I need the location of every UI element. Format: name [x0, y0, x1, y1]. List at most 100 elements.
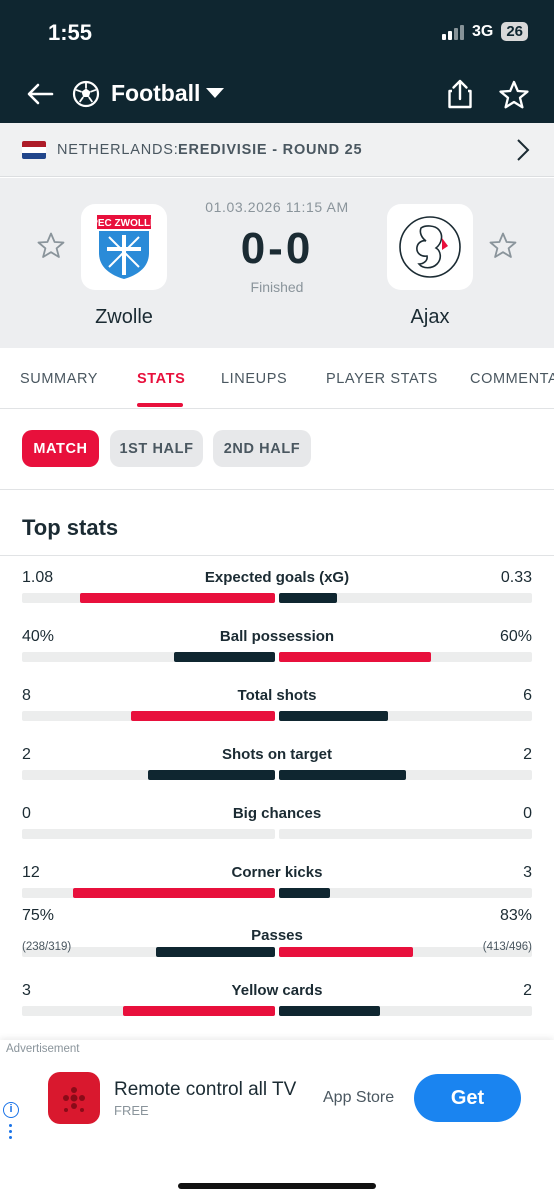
stat-bar-home [131, 711, 275, 721]
stat-home-value: 75% [22, 907, 55, 924]
stat-away-value: 3 [523, 864, 532, 881]
period-2nd-half-button[interactable]: 2ND HALF [213, 430, 311, 467]
chevron-right-icon[interactable] [516, 138, 530, 162]
league-bar[interactable]: NETHERLANDS: EREDIVISIE - ROUND 25 [0, 123, 554, 177]
stat-row: 12 Corner kicks 3 [0, 851, 554, 910]
stat-bar-home-track [22, 593, 275, 603]
stat-bar-away [279, 711, 388, 721]
stat-bar-home-track [22, 652, 275, 662]
star-icon[interactable] [498, 79, 530, 111]
stat-bar-home-track [22, 770, 275, 780]
period-1st-half-button[interactable]: 1ST HALF [110, 430, 203, 467]
stat-row: 75% Passes 83% (238/319) (413/496) [0, 907, 554, 969]
stat-bar-away [279, 652, 431, 662]
stat-row: 8 Total shots 6 [0, 674, 554, 733]
tab-lineups[interactable]: LINEUPS [221, 371, 287, 387]
network-type: 3G [471, 22, 494, 40]
stat-bar-home [148, 770, 275, 780]
stat-bar-away [279, 947, 413, 957]
stat-bar-away [279, 888, 330, 898]
share-icon[interactable] [446, 78, 474, 110]
ad-store: App Store [323, 1089, 395, 1106]
status-indicators: 3G 26 [441, 22, 528, 41]
stat-away-value: 6 [523, 687, 532, 704]
section-title: Top stats [22, 515, 119, 540]
stat-bar-away-track [279, 1006, 532, 1016]
home-team-name[interactable]: Zwolle [54, 306, 194, 329]
advertisement-banner[interactable]: Advertisement i Remote control all TV FR… [0, 1040, 554, 1200]
stat-home-detail: (238/319) [22, 941, 72, 953]
league-name: EREDIVISIE - ROUND 25 [178, 142, 363, 158]
stat-bar-home [174, 652, 275, 662]
back-arrow-icon[interactable] [24, 78, 56, 110]
stat-row: 1.08 Expected goals (xG) 0.33 [0, 556, 554, 615]
tab-summary[interactable]: SUMMARY [20, 371, 98, 387]
stat-bar-away [279, 1006, 380, 1016]
home-indicator[interactable] [178, 1183, 376, 1189]
info-icon[interactable]: i [3, 1102, 19, 1118]
stat-bar-home [156, 947, 275, 957]
stat-label: Yellow cards [231, 982, 323, 999]
status-time: 1:55 [48, 20, 93, 45]
stat-bar-home-track [22, 888, 275, 898]
football-icon [72, 80, 100, 108]
stat-row: 40% Ball possession 60% [0, 615, 554, 674]
stat-bar-home-track [22, 829, 275, 839]
stat-label: Total shots [237, 687, 317, 704]
remote-app-icon[interactable] [48, 1072, 100, 1124]
away-team-crest[interactable] [387, 204, 473, 290]
stat-label: Corner kicks [231, 864, 323, 881]
stat-label: Big chances [232, 805, 322, 822]
stat-bar-away-track [279, 888, 532, 898]
stat-bar-away [279, 770, 406, 780]
tab-stats[interactable]: STATS [137, 371, 185, 387]
match-tabs: SUMMARY STATS LINEUPS PLAYER STATS COMME… [0, 349, 554, 409]
stat-away-value: 60% [499, 628, 532, 645]
stat-away-value: 0.33 [500, 569, 532, 586]
battery-icon: 26 [501, 22, 528, 41]
stat-bar-home [73, 888, 275, 898]
stat-row: 3 Yellow cards 2 [0, 969, 554, 1028]
period-match-button[interactable]: MATCH [22, 430, 99, 467]
match-header: PEC ZWOLLE Zwolle 01.03.2026 11:15 AM 0-… [0, 178, 554, 348]
remote-icon [63, 1087, 85, 1112]
period-selector: MATCH 1ST HALF 2ND HALF [0, 410, 554, 490]
tab-player-stats[interactable]: PLAYER STATS [326, 371, 438, 387]
stat-bar-home-track [22, 711, 275, 721]
app-header: 1:55 3G 26 Football [0, 0, 554, 123]
stat-bar-away-track [279, 652, 532, 662]
tab-commentary[interactable]: COMMENTARY [470, 371, 554, 387]
away-team-name[interactable]: Ajax [360, 306, 500, 329]
stat-away-detail: (413/496) [482, 941, 532, 953]
active-tab-indicator [137, 403, 183, 407]
stat-row: 0 Big chances 0 [0, 792, 554, 851]
stat-bar-away [279, 593, 337, 603]
stat-label: Shots on target [221, 746, 332, 763]
ad-get-button[interactable]: Get [414, 1074, 521, 1122]
stat-bar-away-track [279, 829, 532, 839]
ad-subtitle: FREE [114, 1103, 149, 1118]
ajax-crest-icon [399, 216, 461, 278]
stat-away-value: 2 [523, 982, 532, 999]
stat-bar-away-track [279, 593, 532, 603]
stat-away-value: 2 [523, 746, 532, 763]
favorite-away-star-icon[interactable] [488, 231, 518, 261]
ad-title[interactable]: Remote control all TV [114, 1079, 296, 1101]
stat-bar-away-track [279, 770, 532, 780]
stat-away-value: 0 [523, 805, 532, 822]
stat-bar-home-track [22, 1006, 275, 1016]
stat-bar-home [80, 593, 275, 603]
stat-bar-home [123, 1006, 275, 1016]
sport-selector[interactable]: Football [111, 80, 200, 107]
more-options-icon[interactable] [9, 1124, 12, 1142]
stat-label: Expected goals (xG) [204, 569, 350, 586]
stat-label: Ball possession [219, 628, 335, 645]
stat-row: 2 Shots on target 2 [0, 733, 554, 792]
ad-label: Advertisement [6, 1043, 80, 1055]
stat-label: Passes [251, 927, 303, 944]
dropdown-caret-icon[interactable] [206, 88, 224, 98]
netherlands-flag-icon [22, 141, 46, 159]
stat-bar-away-track [279, 711, 532, 721]
signal-icon [441, 24, 464, 40]
league-country: NETHERLANDS: [57, 142, 179, 158]
